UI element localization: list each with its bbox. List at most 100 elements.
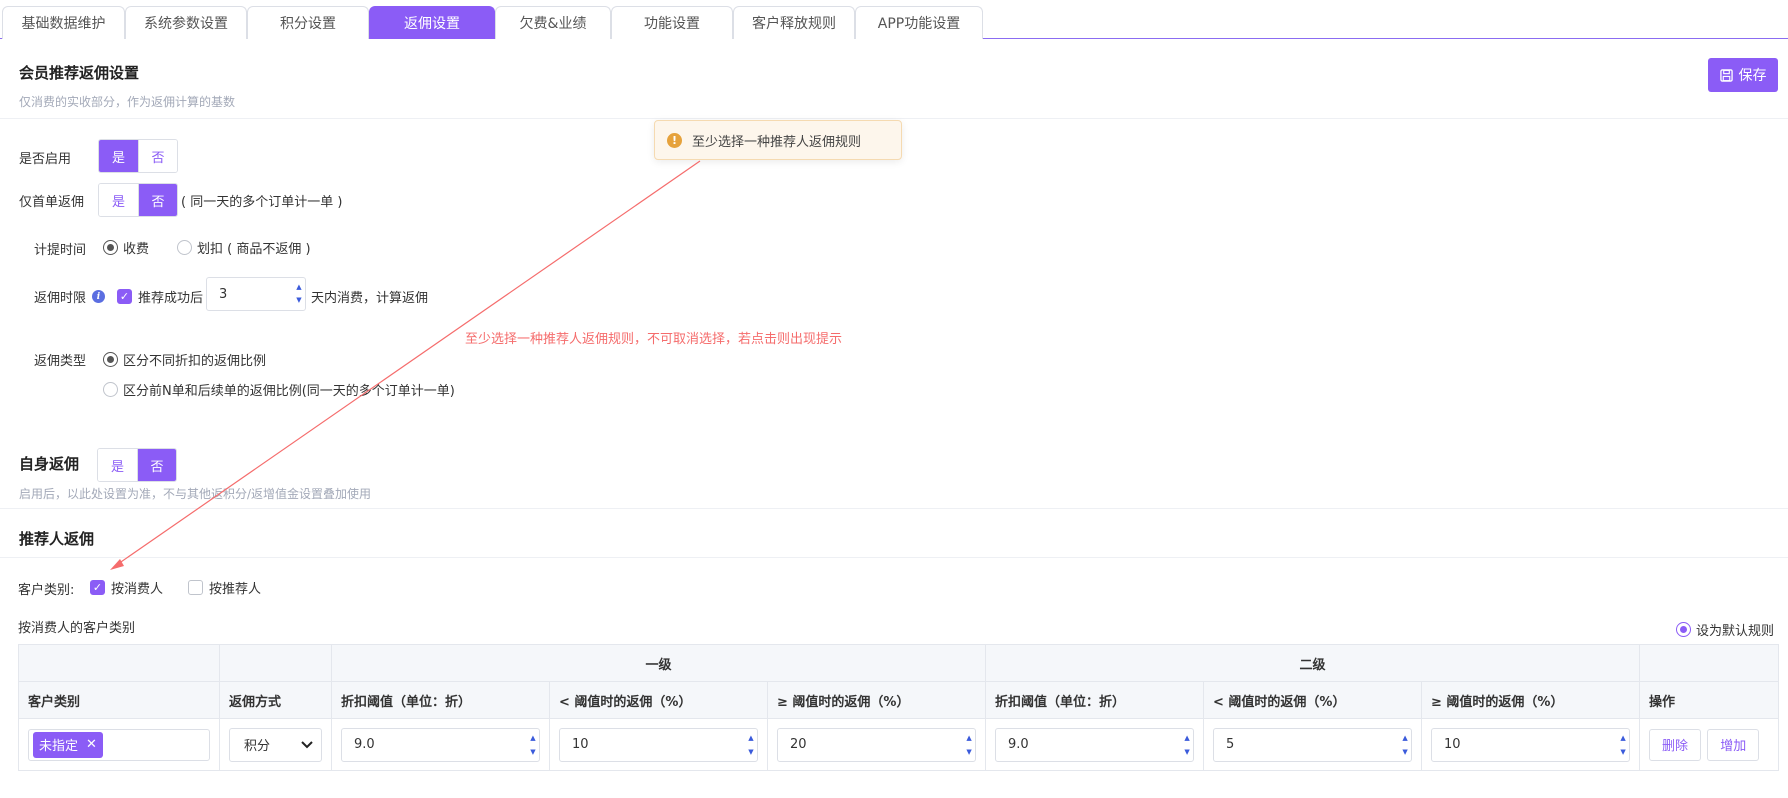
tab-points[interactable]: 积分设置 bbox=[247, 6, 369, 39]
customer-category-select[interactable]: 未指定 ✕ bbox=[28, 728, 210, 761]
tab-basic-data[interactable]: 基础数据维护 bbox=[2, 6, 125, 39]
divider bbox=[0, 118, 1788, 119]
stepper-icon[interactable]: ▲ ▼ bbox=[1399, 729, 1411, 761]
l2-above-value: 10 bbox=[1444, 737, 1461, 752]
radio-dot bbox=[103, 352, 118, 367]
col-customer-category: 客户类别 bbox=[18, 681, 220, 719]
l1-threshold-value: 9.0 bbox=[354, 737, 375, 752]
rebate-method-select[interactable]: 积分 bbox=[229, 727, 322, 762]
tab-features[interactable]: 功能设置 bbox=[611, 6, 733, 39]
stepper-icon[interactable]: ▲ ▼ bbox=[527, 729, 539, 761]
annotation-note: 至少选择一种推荐人返佣规则，不可取消选择，若点击则出现提示 bbox=[465, 332, 843, 347]
member-rebate-subtitle: 仅消费的实收部分，作为返佣计算的基数 bbox=[19, 95, 236, 109]
tab-customer-release[interactable]: 客户释放规则 bbox=[733, 6, 855, 39]
radio-dot bbox=[103, 382, 118, 397]
col-l2-below: < 阈值时的返佣（%） bbox=[1203, 681, 1423, 719]
first-order-yes[interactable]: 是 bbox=[99, 184, 138, 216]
save-label: 保存 bbox=[1738, 68, 1767, 84]
divider bbox=[0, 557, 1788, 558]
stepper-icon[interactable]: ▲ ▼ bbox=[1617, 729, 1629, 761]
accrual-option-deduct: 划扣 ( 商品不返佣 ) bbox=[197, 242, 311, 257]
self-rebate-yes[interactable]: 是 bbox=[98, 449, 137, 481]
save-button[interactable]: 保存 bbox=[1708, 58, 1778, 92]
accrual-radio-charge[interactable]: 收费 bbox=[103, 238, 149, 257]
table-row: 未指定 ✕ 积分 9.0 ▲ ▼ 10 ▲ ▼ 20 ▲ ▼ 9.0 ▲ ▼ 5 ▲ ▼ 10 ▲ ▼ … bbox=[18, 718, 1780, 771]
self-rebate-subtitle: 启用后，以此处设置为准，不与其他返积分/返增值金设置叠加使用 bbox=[19, 487, 372, 501]
tab-system-params[interactable]: 系统参数设置 bbox=[125, 6, 247, 39]
chevron-down-icon bbox=[301, 740, 313, 748]
l1-threshold-input[interactable]: 9.0 ▲ ▼ bbox=[341, 727, 540, 762]
default-rule-radio[interactable]: 设为默认规则 bbox=[1676, 620, 1774, 639]
rebate-type-option-discount: 区分不同折扣的返佣比例 bbox=[123, 354, 267, 369]
col-actions: 操作 bbox=[1639, 681, 1780, 719]
info-icon[interactable]: i bbox=[92, 290, 106, 303]
l1-below-input[interactable]: 10 ▲ ▼ bbox=[559, 727, 758, 762]
col-rebate-method: 返佣方式 bbox=[219, 681, 332, 719]
l1-below-value: 10 bbox=[572, 737, 589, 752]
rebate-table: 一级 二级 客户类别 返佣方式 折扣阈值（单位：折） < 阈值时的返佣（%） ≥… bbox=[18, 644, 1780, 771]
enabled-toggle: 是 否 bbox=[98, 139, 178, 173]
rebate-type-radio-discount[interactable]: 区分不同折扣的返佣比例 bbox=[103, 350, 266, 369]
self-rebate-title: 自身返佣 bbox=[19, 455, 80, 473]
l2-below-input[interactable]: 5 ▲ ▼ bbox=[1213, 727, 1413, 762]
l1-above-input[interactable]: 20 ▲ ▼ bbox=[777, 727, 977, 762]
limit-days-input[interactable]: 3 ▲ ▼ bbox=[206, 277, 306, 311]
by-referrer-label: 按推荐人 bbox=[209, 582, 262, 597]
default-rule-label: 设为默认规则 bbox=[1696, 624, 1775, 639]
checkbox-checked-icon: ✓ bbox=[117, 289, 132, 304]
category-tag: 未指定 ✕ bbox=[33, 731, 103, 758]
radio-dot bbox=[103, 240, 118, 255]
stepper-icon[interactable]: ▲ ▼ bbox=[963, 729, 975, 761]
col-l1-below: < 阈值时的返佣（%） bbox=[549, 681, 768, 719]
by-referrer-checkbox[interactable]: 按推荐人 bbox=[188, 578, 261, 597]
group-header-level1: 一级 bbox=[330, 644, 987, 682]
by-consumer-checkbox[interactable]: ✓ 按消费人 bbox=[90, 578, 163, 597]
limit-label-wrap: 返佣时限 i bbox=[34, 287, 106, 306]
l2-above-input[interactable]: 10 ▲ ▼ bbox=[1431, 727, 1631, 762]
tab-arrears[interactable]: 欠费&业绩 bbox=[495, 6, 611, 39]
limit-suffix: 天内消费，计算返佣 bbox=[311, 291, 429, 306]
referrer-rebate-title: 推荐人返佣 bbox=[19, 530, 95, 548]
tab-rebate[interactable]: 返佣设置 bbox=[369, 6, 495, 39]
consumer-category-subtitle: 按消费人的客户类别 bbox=[18, 621, 136, 636]
limit-days-value: 3 bbox=[219, 286, 228, 302]
group-header-empty bbox=[1639, 644, 1780, 682]
warning-icon: ! bbox=[667, 132, 682, 148]
member-rebate-title: 会员推荐返佣设置 bbox=[19, 64, 140, 82]
rebate-type-label: 返佣类型 bbox=[34, 354, 87, 369]
rebate-method-value: 积分 bbox=[244, 739, 271, 754]
col-l2-above: ≥ 阈值时的返佣（%） bbox=[1421, 681, 1641, 719]
close-icon[interactable]: ✕ bbox=[86, 737, 97, 752]
tab-app-features[interactable]: APP功能设置 bbox=[855, 6, 983, 39]
self-rebate-no[interactable]: 否 bbox=[137, 449, 176, 481]
col-l1-threshold: 折扣阈值（单位：折） bbox=[331, 681, 550, 719]
l2-threshold-value: 9.0 bbox=[1008, 737, 1029, 752]
limit-label: 返佣时限 bbox=[34, 291, 87, 306]
col-l2-threshold: 折扣阈值（单位：折） bbox=[985, 681, 1205, 719]
delete-button[interactable]: 删除 bbox=[1649, 728, 1702, 761]
rebate-type-option-n-orders: 区分前N单和后续单的返佣比例(同一天的多个订单计一单) bbox=[123, 384, 455, 399]
self-rebate-toggle: 是 否 bbox=[97, 448, 177, 482]
radio-dot bbox=[1676, 622, 1691, 637]
first-order-no[interactable]: 否 bbox=[138, 184, 177, 216]
rebate-type-radio-n-orders[interactable]: 区分前N单和后续单的返佣比例(同一天的多个订单计一单) bbox=[103, 380, 455, 399]
stepper-icon[interactable]: ▲ ▼ bbox=[293, 278, 305, 310]
l1-above-value: 20 bbox=[790, 737, 807, 752]
limit-checkbox-label: 推荐成功后 bbox=[138, 291, 204, 306]
stepper-icon[interactable]: ▲ ▼ bbox=[1181, 729, 1193, 761]
checkbox-checked-icon: ✓ bbox=[90, 580, 105, 595]
accrual-time-label: 计提时间 bbox=[34, 243, 87, 258]
group-header-empty bbox=[18, 644, 220, 682]
stepper-icon[interactable]: ▲ ▼ bbox=[745, 729, 757, 761]
radio-dot bbox=[177, 240, 192, 255]
limit-checkbox[interactable]: ✓ 推荐成功后 bbox=[117, 287, 203, 306]
group-header-empty bbox=[219, 644, 332, 682]
by-consumer-label: 按消费人 bbox=[111, 582, 164, 597]
l2-threshold-input[interactable]: 9.0 ▲ ▼ bbox=[995, 727, 1195, 762]
enabled-yes[interactable]: 是 bbox=[99, 140, 138, 172]
enabled-label: 是否启用 bbox=[19, 152, 72, 167]
add-button[interactable]: 增加 bbox=[1707, 728, 1760, 761]
accrual-radio-deduct[interactable]: 划扣 ( 商品不返佣 ) bbox=[177, 238, 311, 257]
first-order-hint: ( 同一天的多个订单计一单 ) bbox=[181, 195, 343, 210]
enabled-no[interactable]: 否 bbox=[138, 140, 177, 172]
